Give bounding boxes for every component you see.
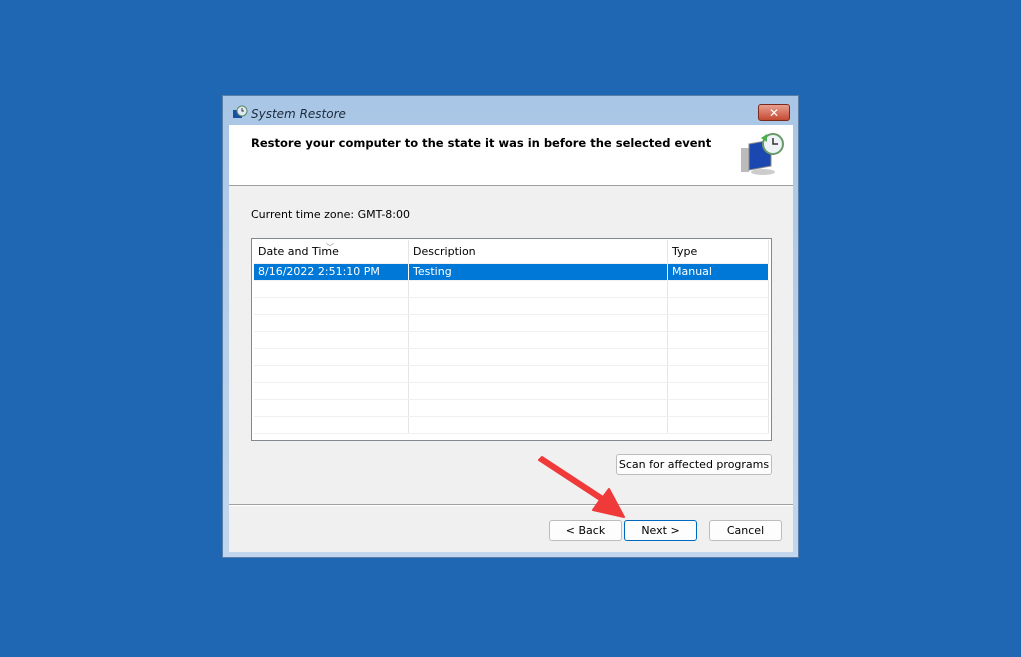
red-arrow-annotation-icon <box>0 0 1021 657</box>
